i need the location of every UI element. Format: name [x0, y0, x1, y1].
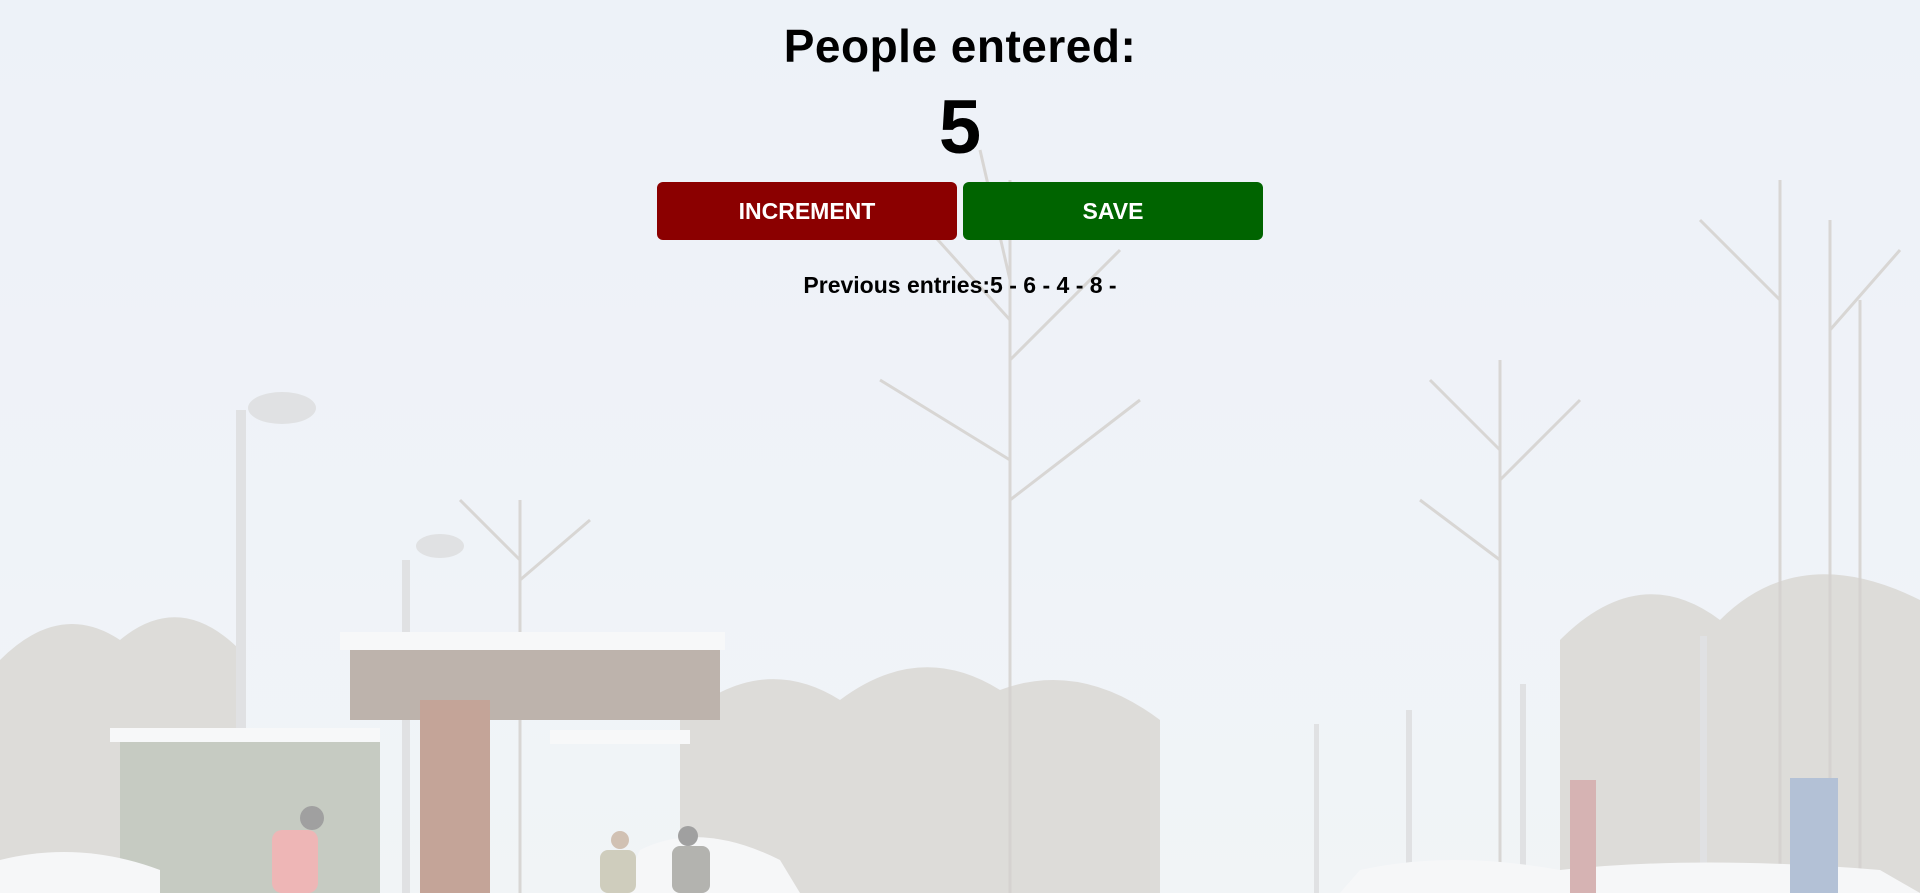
page-title: People entered:	[783, 20, 1137, 72]
save-button[interactable]: SAVE	[963, 182, 1263, 240]
previous-entries-label: Previous entries:	[803, 272, 991, 298]
counter-panel: People entered: 5 INCREMENT SAVE Previou…	[0, 0, 1920, 299]
increment-button[interactable]: INCREMENT	[657, 182, 957, 240]
button-row: INCREMENT SAVE	[0, 182, 1920, 240]
previous-entries: Previous entries:5 - 6 - 4 - 8 -	[0, 272, 1920, 299]
previous-entries-values: 5 - 6 - 4 - 8 -	[990, 272, 1117, 298]
people-count: 5	[938, 85, 982, 170]
